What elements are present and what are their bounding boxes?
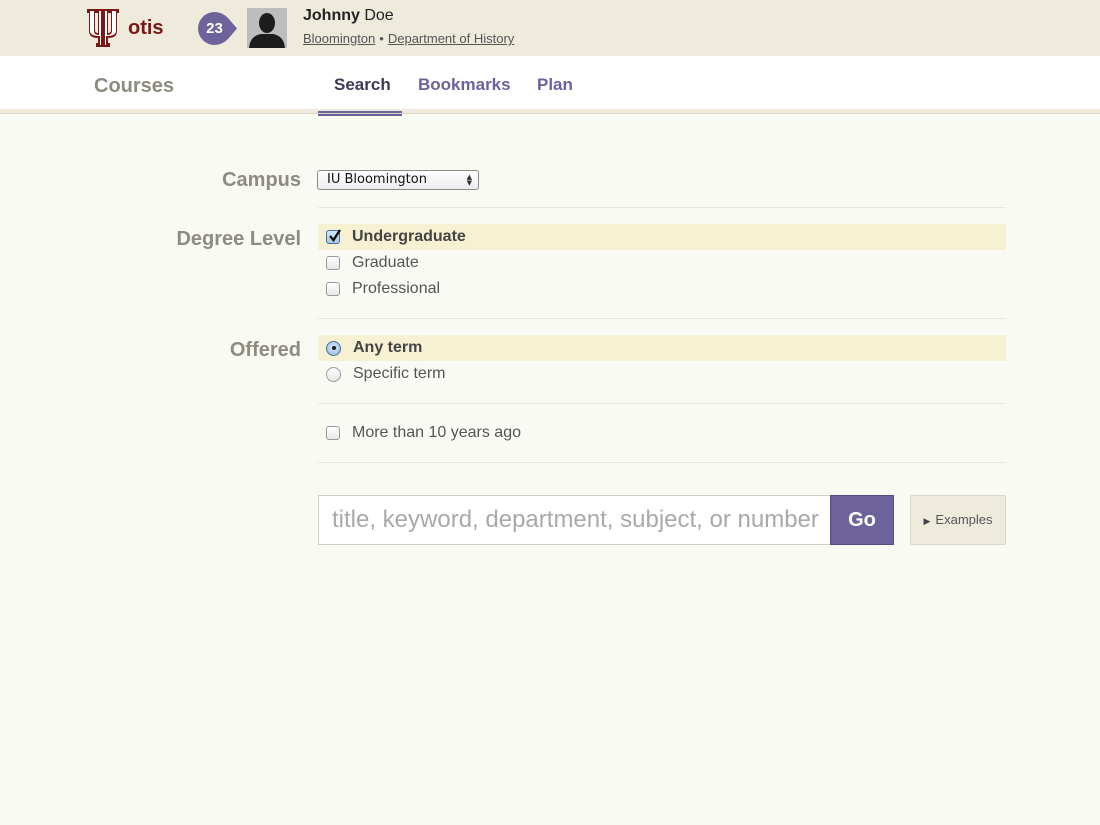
user-last-name: Doe [364,7,394,24]
older-than-10-years-option[interactable]: More than 10 years ago [326,420,521,446]
any-term-radio[interactable] [326,340,341,356]
undergraduate-checkbox[interactable] [326,229,342,244]
older-than-10-years-label: More than 10 years ago [352,424,521,441]
divider [318,318,1006,319]
divider [318,403,1006,404]
older-than-10-years-checkbox[interactable] [326,426,340,440]
undergraduate-label: Undergraduate [352,228,466,245]
department-link[interactable]: Department of History [388,31,514,46]
campus-select[interactable]: IU Bloomington ▲ ▼ [317,170,479,190]
section-title: Courses [94,75,175,97]
degree-option-professional[interactable]: Professional [326,276,440,302]
divider [318,462,1006,463]
offered-option-specific-term[interactable]: Specific term [326,361,445,387]
user-affiliation: Bloomington • Department of History [303,31,514,46]
user-name: Johnny Doe [303,7,394,25]
active-tab-indicator [318,111,402,116]
examples-toggle-button[interactable]: ▶ Examples [910,495,1006,545]
campus-label: Campus [222,169,301,191]
section-nav: Courses Search Bookmarks Plan [0,56,1100,116]
professional-checkbox[interactable] [326,282,340,296]
user-silhouette-icon [249,13,285,48]
campus-link[interactable]: Bloomington [303,31,375,46]
tab-search[interactable]: Search [334,75,391,95]
notification-count[interactable]: 23 [198,12,231,45]
select-arrows-icon: ▲ ▼ [466,173,472,187]
graduate-checkbox[interactable] [326,256,340,270]
campus-select-value: IU Bloomington [327,172,427,187]
examples-label: Examples [935,512,993,527]
specific-term-label: Specific term [353,365,446,382]
go-button[interactable]: Go [830,495,894,545]
professional-label: Professional [352,280,441,297]
offered-label: Offered [229,339,301,361]
graduate-label: Graduate [352,254,419,271]
degree-option-undergraduate[interactable]: Undergraduate [326,224,466,250]
degree-level-label: Degree Level [176,228,301,250]
meta-separator: • [379,31,384,46]
any-term-label: Any term [353,339,423,356]
disclosure-triangle-icon: ▶ [923,516,931,526]
user-first-name: Johnny [303,7,360,24]
iu-trident-logo-icon[interactable] [86,8,120,48]
degree-option-graduate[interactable]: Graduate [326,250,419,276]
specific-term-radio[interactable] [326,366,341,382]
course-search-input[interactable] [318,495,831,545]
tab-bookmarks[interactable]: Bookmarks [418,75,511,95]
checkmark-icon [329,229,342,242]
top-header: otis 23 Johnny Doe Bloomington • Departmen… [0,0,1100,56]
avatar[interactable] [247,8,287,48]
offered-option-any-term[interactable]: Any term [326,335,422,361]
divider [318,207,1006,208]
tab-plan[interactable]: Plan [537,75,573,95]
brand-name[interactable]: otis [128,17,164,40]
